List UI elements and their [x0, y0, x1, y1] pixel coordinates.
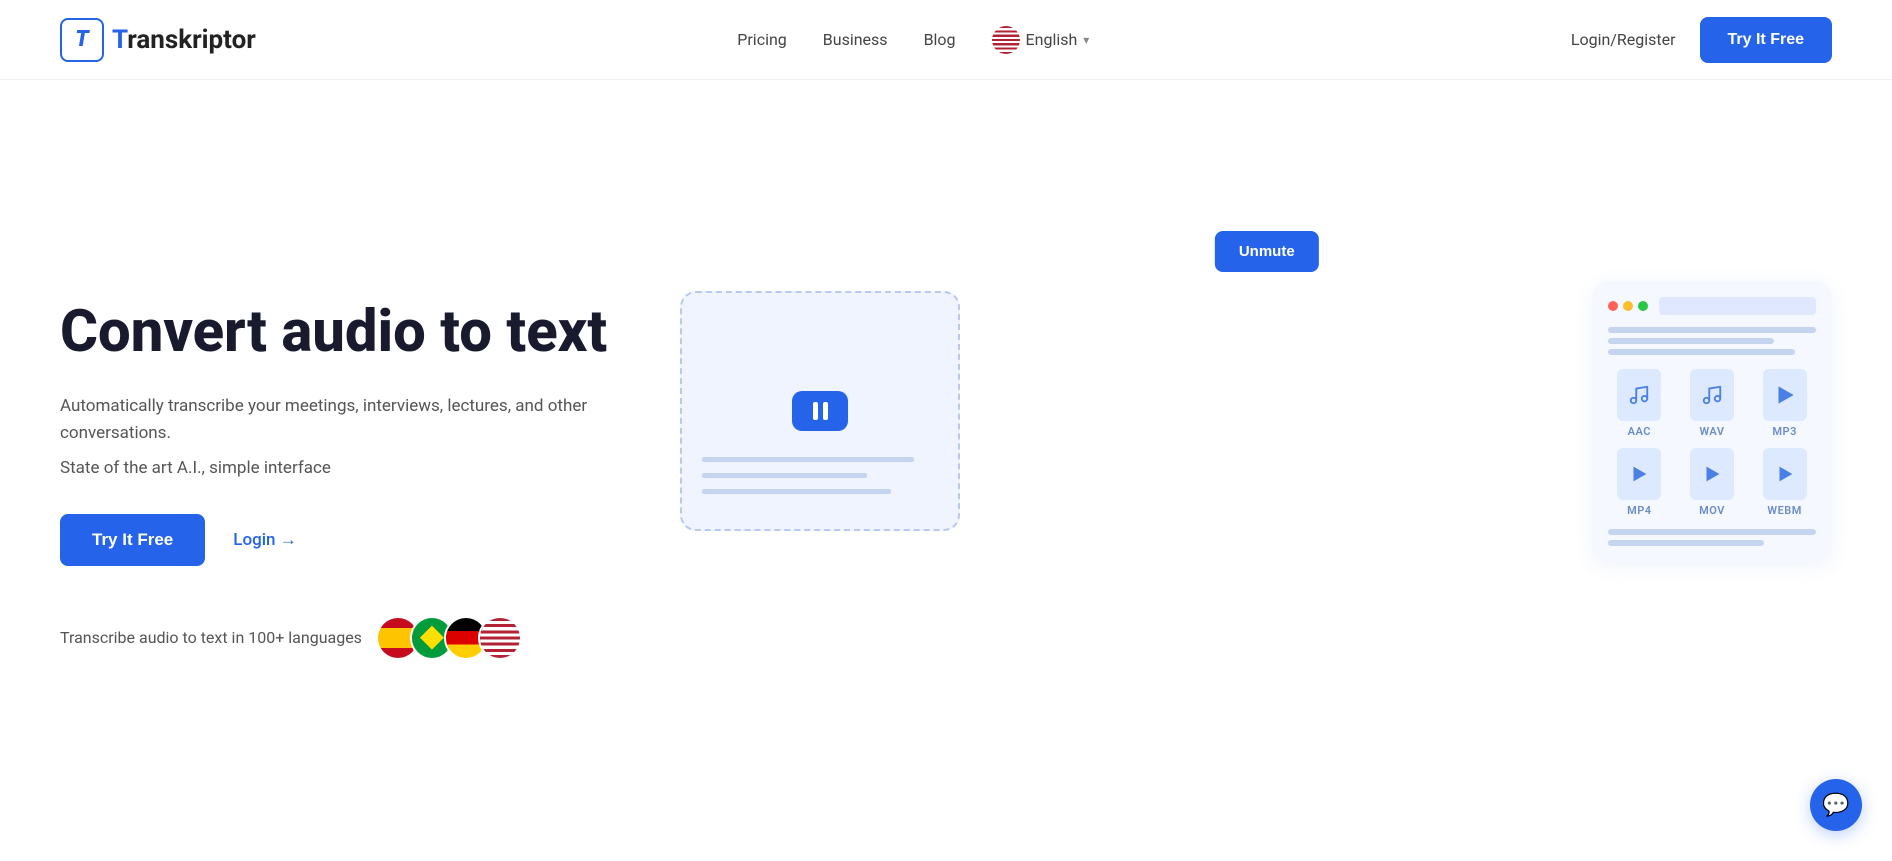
transcript-line-3	[702, 489, 891, 494]
file-mp3-icon	[1763, 369, 1807, 421]
logo-icon: T	[60, 18, 104, 62]
file-webm-icon	[1763, 448, 1807, 500]
files-card: AAC WAV	[1592, 281, 1832, 562]
hero-content-left: Convert audio to text Automatically tran…	[60, 301, 660, 659]
nav-pricing[interactable]: Pricing	[737, 30, 787, 49]
file-mov: MOV	[1681, 448, 1744, 517]
pause-button[interactable]	[792, 391, 848, 431]
browser-bar	[1608, 297, 1816, 315]
nav-links: Pricing Business Blog English ▾	[737, 26, 1089, 54]
nav-blog[interactable]: Blog	[924, 30, 956, 49]
browser-search-bar	[1659, 297, 1816, 315]
pause-bar-2	[823, 402, 828, 420]
navbar: T TTranskriptorranskriptor Pricing Busin…	[0, 0, 1892, 80]
files-grid: AAC WAV	[1608, 369, 1816, 517]
file-webm-label: WEBM	[1767, 504, 1801, 517]
logo[interactable]: T TTranskriptorranskriptor	[60, 18, 256, 62]
transcript-line-1	[702, 457, 914, 462]
file-mp4: MP4	[1608, 448, 1671, 517]
languages-text: Transcribe audio to text in 100+ languag…	[60, 628, 362, 647]
play-mp4-icon	[1628, 463, 1650, 485]
chevron-down-icon: ▾	[1083, 33, 1089, 47]
us-flag-icon	[992, 26, 1020, 54]
pause-bar-1	[813, 402, 818, 420]
hero-buttons: Try It Free Login →	[60, 514, 660, 566]
login-register-link[interactable]: Login/Register	[1571, 30, 1676, 49]
file-mp3: MP3	[1753, 369, 1816, 438]
hero-section: Convert audio to text Automatically tran…	[0, 80, 1892, 861]
file-mp3-label: MP3	[1772, 425, 1796, 438]
hero-illustration: Unmute	[660, 231, 1832, 731]
hero-state-of-art: State of the art A.I., simple interface	[60, 458, 660, 478]
flag-usa	[478, 616, 522, 660]
play-mov-icon	[1701, 463, 1723, 485]
file-mp4-icon	[1617, 448, 1661, 500]
hero-subtitle: Automatically transcribe your meetings, …	[60, 393, 660, 447]
file-aac-icon	[1617, 369, 1661, 421]
unmute-button[interactable]: Unmute	[1215, 231, 1319, 272]
music-wav-icon	[1701, 384, 1723, 406]
bottom-line-2	[1608, 540, 1764, 546]
nav-right: Login/Register Try It Free	[1571, 17, 1832, 63]
hero-try-it-free-button[interactable]: Try It Free	[60, 514, 205, 566]
file-webm: WEBM	[1753, 448, 1816, 517]
flags-group	[376, 616, 522, 660]
music-icon	[1628, 384, 1650, 406]
text-line-3	[1608, 349, 1795, 355]
languages-row: Transcribe audio to text in 100+ languag…	[60, 616, 660, 660]
transcript-line-2	[702, 473, 867, 478]
file-mov-label: MOV	[1699, 504, 1725, 517]
file-wav: WAV	[1681, 369, 1744, 438]
play-webm-icon	[1774, 463, 1796, 485]
file-mov-icon	[1690, 448, 1734, 500]
bottom-text-lines	[1608, 529, 1816, 546]
hero-title: Convert audio to text	[60, 301, 660, 365]
text-line-2	[1608, 338, 1774, 344]
file-text-lines	[1608, 327, 1816, 355]
file-aac-label: AAC	[1628, 425, 1651, 438]
play-icon	[1772, 382, 1798, 408]
hero-login-link[interactable]: Login →	[233, 530, 296, 550]
file-wav-icon	[1690, 369, 1734, 421]
file-wav-label: WAV	[1700, 425, 1725, 438]
language-label: English	[1026, 30, 1078, 49]
file-mp4-label: MP4	[1627, 504, 1651, 517]
pause-icon	[813, 402, 828, 420]
language-selector[interactable]: English ▾	[992, 26, 1090, 54]
nav-try-it-free-button[interactable]: Try It Free	[1700, 17, 1832, 63]
chat-icon: 💬	[1822, 793, 1849, 818]
nav-business[interactable]: Business	[823, 30, 888, 49]
dot-red	[1608, 301, 1618, 311]
dot-yellow	[1623, 301, 1633, 311]
dot-green	[1638, 301, 1648, 311]
transcript-lines	[702, 457, 938, 499]
player-card	[680, 291, 960, 531]
text-line-1	[1608, 327, 1816, 333]
logo-text: TTranskriptorranskriptor	[112, 25, 256, 55]
chat-button[interactable]: 💬	[1810, 779, 1862, 831]
bottom-line-1	[1608, 529, 1816, 535]
file-aac: AAC	[1608, 369, 1671, 438]
